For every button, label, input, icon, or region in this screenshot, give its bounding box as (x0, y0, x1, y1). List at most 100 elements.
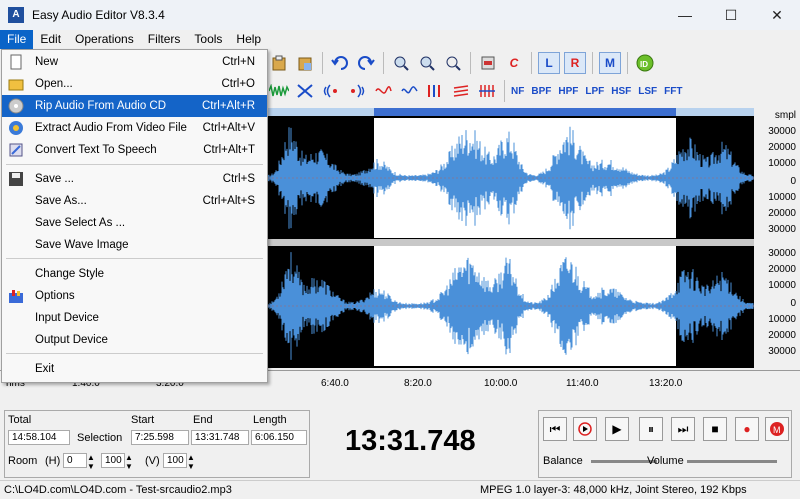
room-h-value2[interactable]: 100 (101, 453, 125, 468)
menu-item-options[interactable]: Options (2, 285, 267, 307)
menu-file[interactable]: File (0, 30, 34, 49)
undo-icon[interactable] (329, 52, 351, 74)
amp-tick: 20000 (768, 142, 796, 153)
tempo-icon[interactable] (398, 80, 420, 102)
menu-help[interactable]: Help (229, 30, 268, 49)
crossfade-icon[interactable] (294, 80, 316, 102)
paste-mix-icon[interactable] (294, 52, 316, 74)
room-v-label: (V) (145, 455, 160, 467)
copy-button[interactable]: C (503, 52, 525, 74)
echo-icon[interactable] (320, 80, 342, 102)
skip-start-icon[interactable]: ⏮ (543, 417, 567, 441)
skip-end-icon[interactable]: ⏭ (671, 417, 695, 441)
menu-filters[interactable]: Filters (141, 30, 188, 49)
toolbar-separator (470, 52, 471, 74)
length-value[interactable]: 6:06.150 (251, 430, 307, 445)
menu-item-open[interactable]: Open... Ctrl+O (2, 73, 267, 95)
volume-slider[interactable] (687, 460, 777, 463)
menu-item-input-device[interactable]: Input Device (2, 307, 267, 329)
selection-info-panel: Total 14:58.104 Selection Start 7:25.598… (4, 410, 310, 478)
redo-icon[interactable] (355, 52, 377, 74)
cd-icon (8, 98, 24, 114)
amp-tick: 30000 (768, 346, 796, 357)
room-label: Room (8, 455, 38, 467)
amp-tick: 10000 (768, 280, 796, 291)
channel-separator (268, 239, 754, 246)
id3-tag-icon[interactable]: ID (634, 52, 656, 74)
menu-item-change-style[interactable]: Change Style (2, 263, 267, 285)
amp-tick: 10000 (768, 192, 796, 203)
amplitude-axis: smpl 30000 20000 10000 0 10000 20000 300… (754, 108, 800, 370)
menu-item-rip-cd[interactable]: Rip Audio From Audio CD Ctrl+Alt+R (2, 95, 267, 117)
left-channel-waveform[interactable] (268, 118, 754, 238)
amp-tick: 0 (790, 298, 796, 309)
left-channel-button[interactable]: L (538, 52, 560, 74)
loop-play-icon[interactable] (573, 417, 597, 441)
start-value[interactable]: 7:25.598 (131, 430, 189, 445)
amp-tick: 30000 (768, 248, 796, 259)
length-label: Length (253, 414, 287, 426)
menu-item-output-device[interactable]: Output Device (2, 329, 267, 351)
reverb-icon[interactable] (346, 80, 368, 102)
menu-item-text-to-speech[interactable]: Convert Text To Speech Ctrl+Alt+T (2, 139, 267, 161)
file-menu-dropdown: New Ctrl+N Open... Ctrl+O Rip Audio From… (1, 49, 268, 383)
room-h-value1[interactable]: 0 (63, 453, 87, 468)
maximize-button[interactable]: ☐ (708, 0, 754, 30)
paste-icon[interactable] (268, 52, 290, 74)
menu-operations[interactable]: Operations (68, 30, 141, 49)
end-value[interactable]: 13:31.748 (191, 430, 249, 445)
record-icon[interactable]: ● (735, 417, 759, 441)
menu-item-save[interactable]: Save ... Ctrl+S (2, 168, 267, 190)
menu-item-save-wave-image[interactable]: Save Wave Image (2, 234, 267, 256)
menu-item-save-as[interactable]: Save As... Ctrl+Alt+S (2, 190, 267, 212)
filter-fft-button[interactable]: FFT (664, 86, 682, 97)
main-toolbar: C L R M ID (268, 50, 800, 76)
waveform-scroll-thumb[interactable] (374, 108, 676, 116)
filter-nf-button[interactable]: NF (511, 86, 524, 97)
mono-button[interactable]: M (599, 52, 621, 74)
toolbar-separator (531, 52, 532, 74)
right-channel-button[interactable]: R (564, 52, 586, 74)
pause-icon[interactable]: ⏸ (639, 417, 663, 441)
pitch-icon[interactable] (372, 80, 394, 102)
zoom-in-icon[interactable] (390, 52, 412, 74)
zoom-fit-icon[interactable] (442, 52, 464, 74)
filter-hpf-button[interactable]: HPF (558, 86, 578, 97)
menu-item-exit[interactable]: Exit (2, 358, 267, 380)
filter-lpf-button[interactable]: LPF (585, 86, 604, 97)
menu-item-extract-video[interactable]: Extract Audio From Video File Ctrl+Alt+V (2, 117, 267, 139)
play-icon[interactable]: ▶ (605, 417, 629, 441)
menu-item-new[interactable]: New Ctrl+N (2, 51, 267, 73)
menu-edit[interactable]: Edit (33, 30, 68, 49)
time-tick: 13:20.0 (649, 378, 683, 389)
selection-label: Selection (77, 432, 123, 444)
waveform-scrollbar[interactable] (268, 108, 754, 116)
spin-up-down-icon[interactable]: ▲ ▼ (187, 453, 195, 471)
select-all-icon[interactable] (477, 52, 499, 74)
zoom-out-icon[interactable] (416, 52, 438, 74)
room-v-value[interactable]: 100 (163, 453, 187, 468)
noise-icon[interactable] (268, 80, 290, 102)
spin-up-down-icon[interactable]: ▲ ▼ (87, 453, 95, 471)
save-icon (9, 172, 23, 186)
spin-up-down-icon[interactable]: ▲ ▼ (125, 453, 133, 471)
right-channel-waveform[interactable] (268, 246, 754, 366)
mic-record-icon[interactable]: M (765, 417, 789, 441)
toolbar-separator (504, 80, 505, 102)
close-button[interactable]: ✕ (754, 0, 800, 30)
amp-tick: 30000 (768, 224, 796, 235)
equalizer-icon[interactable] (424, 80, 446, 102)
filter-hsf-button[interactable]: HSF (611, 86, 631, 97)
normalize-icon[interactable] (450, 80, 472, 102)
stop-icon[interactable]: ■ (703, 417, 727, 441)
filter-lsf-button[interactable]: LSF (638, 86, 657, 97)
menu-tools[interactable]: Tools (187, 30, 229, 49)
minimize-button[interactable]: — (662, 0, 708, 30)
filter-bpf-button[interactable]: BPF (531, 86, 551, 97)
status-bar: C:\LO4D.com\LO4D.com - Test-srcaudio2.mp… (0, 480, 800, 499)
menu-item-save-select-as[interactable]: Save Select As ... (2, 212, 267, 234)
amp-tick: 20000 (768, 264, 796, 275)
title-bar: A Easy Audio Editor V8.3.4 — ☐ ✕ (0, 0, 800, 30)
amplify-icon[interactable] (476, 80, 498, 102)
volume-label: Volume (647, 455, 684, 467)
